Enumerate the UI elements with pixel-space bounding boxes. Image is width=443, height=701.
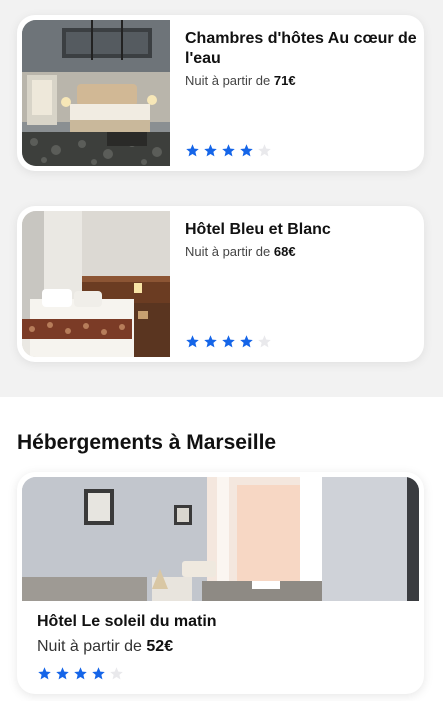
price-prefix: Nuit à partir de bbox=[185, 73, 274, 88]
hotel-price: Nuit à partir de 68€ bbox=[185, 244, 417, 259]
hotel-name[interactable]: Hôtel Bleu et Blanc bbox=[185, 220, 417, 240]
hotel-photo[interactable] bbox=[22, 211, 170, 357]
price-value: 71€ bbox=[273, 73, 296, 88]
price-value: 52€ bbox=[146, 638, 174, 655]
price-value: 68€ bbox=[273, 244, 296, 259]
star-filled-icon bbox=[186, 144, 199, 157]
star-filled-icon bbox=[186, 335, 199, 348]
star-filled-icon bbox=[222, 335, 235, 348]
hotel-price: Nuit à partir de 71€ bbox=[185, 73, 417, 88]
star-filled-icon bbox=[240, 144, 253, 157]
hotel-price: Nuit à partir de 52€ bbox=[37, 638, 173, 656]
star-filled-icon bbox=[38, 667, 51, 680]
star-rating bbox=[185, 334, 272, 349]
star-filled-icon bbox=[74, 667, 87, 680]
star-empty-icon bbox=[258, 144, 271, 157]
star-filled-icon bbox=[204, 335, 217, 348]
star-filled-icon bbox=[56, 667, 69, 680]
hotel-name[interactable]: Hôtel Le soleil du matin bbox=[37, 613, 217, 631]
section-title: Hébergements à Marseille bbox=[17, 431, 277, 454]
star-filled-icon bbox=[92, 667, 105, 680]
price-prefix: Nuit à partir de bbox=[185, 244, 274, 259]
star-filled-icon bbox=[240, 335, 253, 348]
star-rating bbox=[37, 666, 124, 681]
hotel-photo[interactable] bbox=[22, 20, 170, 166]
marseille-section: Hébergements à Marseille Hôtel Le soleil… bbox=[0, 397, 443, 701]
star-empty-icon bbox=[110, 667, 123, 680]
hotel-name[interactable]: Chambres d'hôtes Au cœur de l'eau bbox=[185, 29, 417, 69]
star-filled-icon bbox=[222, 144, 235, 157]
hotel-list-section: Chambres d'hôtes Au cœur de l'eau Nuit à… bbox=[0, 0, 443, 397]
hotel-info: Hôtel Bleu et Blanc Nuit à partir de 68€ bbox=[185, 220, 417, 259]
price-prefix: Nuit à partir de bbox=[37, 638, 147, 655]
star-filled-icon bbox=[204, 144, 217, 157]
star-empty-icon bbox=[258, 335, 271, 348]
star-rating bbox=[185, 143, 272, 158]
hotel-card[interactable]: Chambres d'hôtes Au cœur de l'eau Nuit à… bbox=[17, 15, 424, 171]
hotel-photo[interactable] bbox=[22, 477, 419, 601]
hotel-card[interactable]: Hôtel Le soleil du matin Nuit à partir d… bbox=[17, 472, 424, 694]
hotel-card[interactable]: Hôtel Bleu et Blanc Nuit à partir de 68€ bbox=[17, 206, 424, 362]
hotel-info: Chambres d'hôtes Au cœur de l'eau Nuit à… bbox=[185, 29, 417, 88]
